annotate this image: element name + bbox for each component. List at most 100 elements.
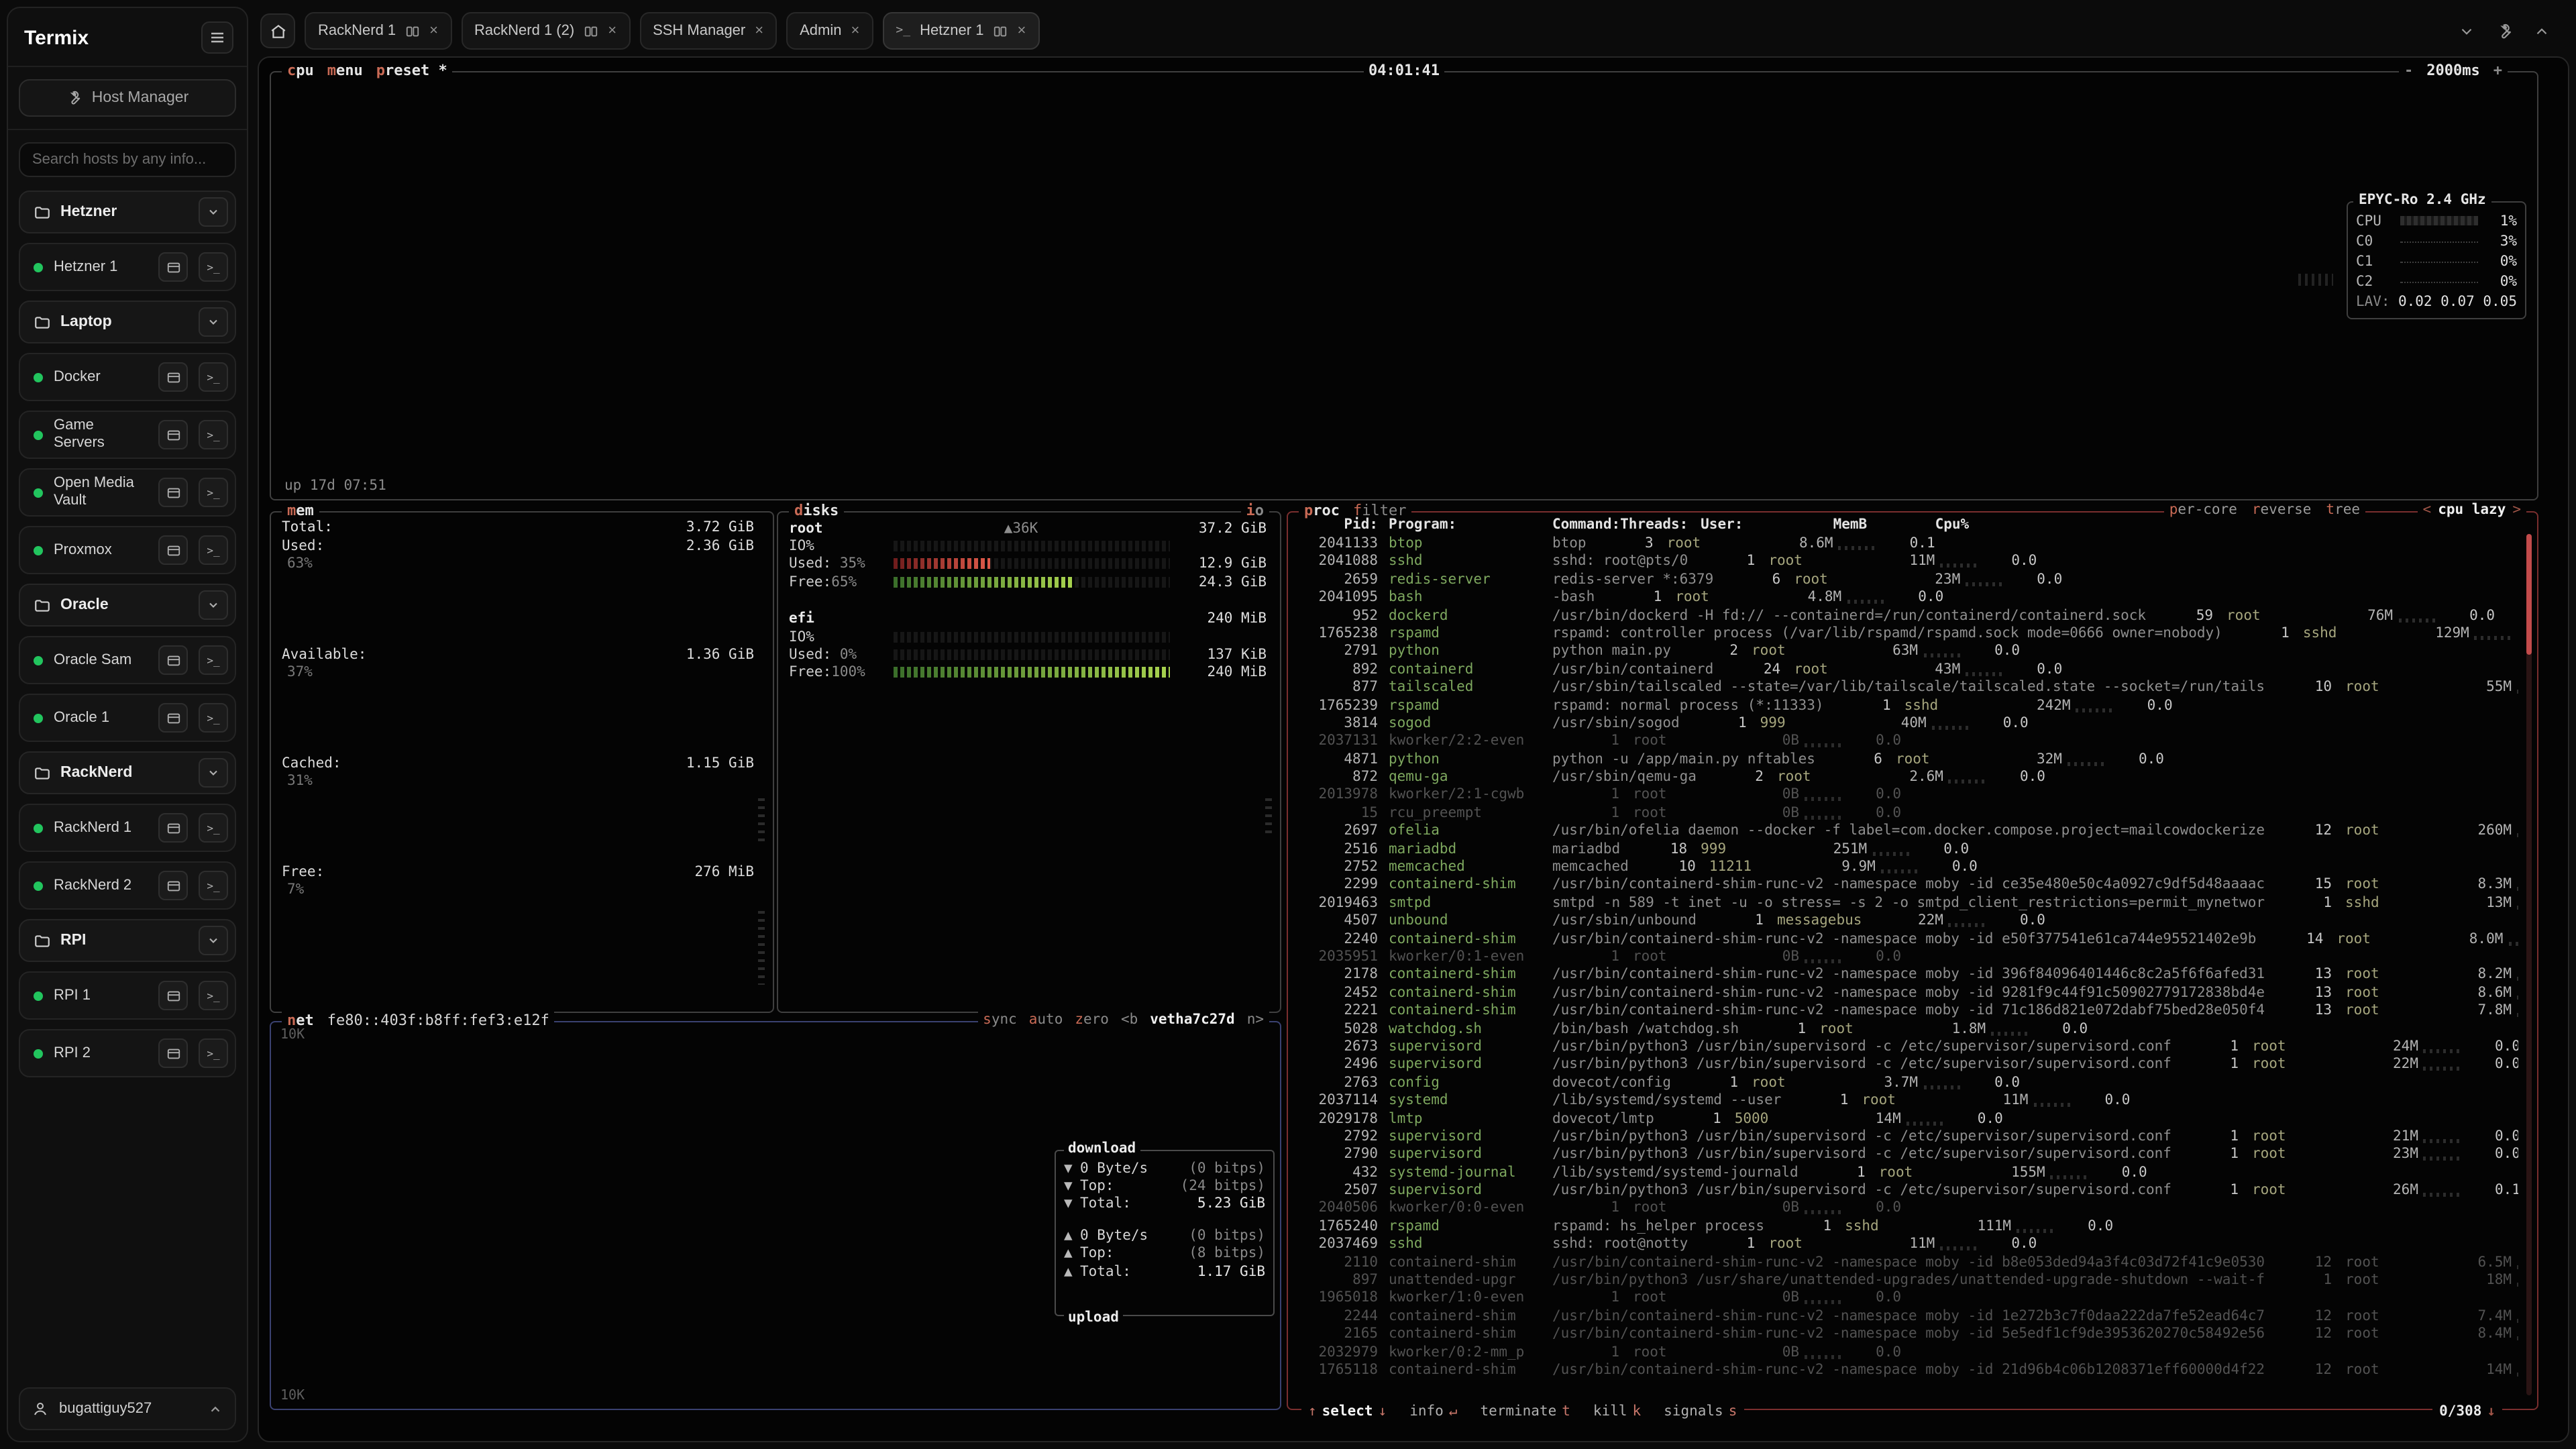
terminal-icon[interactable]: >_ bbox=[199, 420, 228, 449]
group-header-laptop[interactable]: Laptop bbox=[19, 301, 236, 343]
host-item[interactable]: Oracle Sam >_ bbox=[19, 636, 236, 684]
net-toggle[interactable]: auto bbox=[1029, 1012, 1063, 1028]
process-row[interactable]: 4871 python python -u /app/main.py nftab… bbox=[1295, 751, 2518, 769]
close-icon[interactable]: × bbox=[755, 23, 763, 39]
process-row[interactable]: 1765240 rspamd rspamd: hs_helper process… bbox=[1295, 1218, 2518, 1236]
scroll-down-icon[interactable]: ↓ bbox=[2487, 1403, 2496, 1419]
server-icon[interactable] bbox=[158, 645, 188, 675]
chevron-up-icon[interactable] bbox=[2533, 22, 2551, 40]
process-row[interactable]: 2659 redis-server redis-server *:6379 6 … bbox=[1295, 572, 2518, 590]
server-icon[interactable] bbox=[158, 981, 188, 1010]
host-item[interactable]: Proxmox >_ bbox=[19, 526, 236, 574]
process-row[interactable]: 432 systemd-journal /lib/systemd/systemd… bbox=[1295, 1164, 2518, 1182]
server-icon[interactable] bbox=[158, 535, 188, 565]
host-item[interactable]: RackNerd 2 >_ bbox=[19, 861, 236, 910]
tab[interactable]: >_ RackNerd 1 (2) × bbox=[461, 12, 630, 50]
process-row[interactable]: 2790 supervisord /usr/bin/python3 /usr/b… bbox=[1295, 1146, 2518, 1165]
process-row[interactable]: 2516 mariadbd mariadbd 18 999 251M 0.0 bbox=[1295, 841, 2518, 859]
tab[interactable]: >_ Admin × bbox=[786, 12, 873, 50]
process-row[interactable]: 3814 sogod /usr/sbin/sogod 1 999 40M 0.0 bbox=[1295, 715, 2518, 733]
process-row[interactable]: 2791 python python main.py 2 root 63M 0.… bbox=[1295, 643, 2518, 661]
process-row[interactable]: 15 rcu_preempt 1 root 0B 0.0 bbox=[1295, 805, 2518, 823]
search-input[interactable] bbox=[19, 142, 236, 177]
proc-footer-action[interactable]: signals s bbox=[1658, 1403, 1737, 1419]
terminal-icon[interactable]: >_ bbox=[199, 252, 228, 282]
server-icon[interactable] bbox=[158, 478, 188, 507]
iface-prev-button[interactable]: <b bbox=[1121, 1012, 1138, 1028]
terminal-icon[interactable]: >_ bbox=[199, 871, 228, 900]
process-row[interactable]: 2019463 smtpd smtpd -n 589 -t inet -u -o… bbox=[1295, 895, 2518, 913]
process-row[interactable]: 2037131 kworker/2:2-even 1 root 0B 0.0 bbox=[1295, 733, 2518, 751]
host-item[interactable]: Open Media Vault >_ bbox=[19, 468, 236, 517]
wrench-icon[interactable] bbox=[2496, 22, 2513, 40]
process-row[interactable]: 2165 containerd-shim /usr/bin/containerd… bbox=[1295, 1326, 2518, 1344]
process-row[interactable]: 2041095 bash -bash 1 root 4.8M 0.0 bbox=[1295, 589, 2518, 607]
process-row[interactable]: 2037469 sshd sshd: root@notty 1 root 11M… bbox=[1295, 1236, 2518, 1254]
chevron-down-icon[interactable] bbox=[199, 926, 228, 955]
process-row[interactable]: 2029178 lmtp dovecot/lmtp 1 5000 14M 0.0 bbox=[1295, 1110, 2518, 1128]
tab[interactable]: >_ Hetzner 1 × bbox=[882, 12, 1039, 50]
process-row[interactable]: 2041088 sshd sshd: root@pts/0 1 root 11M… bbox=[1295, 553, 2518, 572]
chevron-down-icon[interactable] bbox=[199, 197, 228, 227]
group-header-hetzner[interactable]: Hetzner bbox=[19, 191, 236, 233]
server-icon[interactable] bbox=[158, 813, 188, 843]
split-view-icon[interactable] bbox=[405, 23, 420, 38]
process-row[interactable]: 952 dockerd /usr/bin/dockerd -H fd:// --… bbox=[1295, 607, 2518, 625]
process-row[interactable]: 2110 containerd-shim /usr/bin/containerd… bbox=[1295, 1254, 2518, 1272]
group-header-oracle[interactable]: Oracle bbox=[19, 584, 236, 627]
process-row[interactable]: 5028 watchdog.sh /bin/bash /watchdog.sh … bbox=[1295, 1020, 2518, 1038]
group-header-rpi[interactable]: RPI bbox=[19, 919, 236, 962]
process-row[interactable]: 2221 containerd-shim /usr/bin/containerd… bbox=[1295, 1002, 2518, 1020]
terminal-icon[interactable]: >_ bbox=[199, 1038, 228, 1068]
server-icon[interactable] bbox=[158, 703, 188, 733]
menu-button[interactable]: menu bbox=[327, 62, 363, 79]
chevron-down-icon[interactable] bbox=[199, 307, 228, 337]
process-row[interactable]: 2035951 kworker/0:1-even 1 root 0B 0.0 bbox=[1295, 949, 2518, 967]
split-view-icon[interactable] bbox=[993, 23, 1008, 38]
process-row[interactable]: 2763 config dovecot/config 1 root 3.7M 0… bbox=[1295, 1074, 2518, 1092]
terminal-icon[interactable]: >_ bbox=[199, 981, 228, 1010]
host-item[interactable]: Game Servers >_ bbox=[19, 411, 236, 459]
host-manager-button[interactable]: Host Manager bbox=[19, 79, 236, 117]
close-icon[interactable]: × bbox=[429, 23, 438, 39]
interval-plus-button[interactable]: + bbox=[2493, 62, 2502, 79]
process-row[interactable]: 892 containerd /usr/bin/containerd 24 ro… bbox=[1295, 661, 2518, 679]
net-toggle[interactable]: sync bbox=[983, 1012, 1017, 1028]
proc-footer-action[interactable]: terminate t bbox=[1474, 1403, 1570, 1419]
server-icon[interactable] bbox=[158, 252, 188, 282]
host-item[interactable]: RPI 1 >_ bbox=[19, 971, 236, 1020]
process-row[interactable]: 877 tailscaled /usr/sbin/tailscaled --st… bbox=[1295, 679, 2518, 697]
process-row[interactable]: 2452 containerd-shim /usr/bin/containerd… bbox=[1295, 985, 2518, 1003]
process-row[interactable]: 2178 containerd-shim /usr/bin/containerd… bbox=[1295, 967, 2518, 985]
process-row[interactable]: 1765238 rspamd rspamd: controller proces… bbox=[1295, 625, 2518, 643]
process-row[interactable]: 2792 supervisord /usr/bin/python3 /usr/b… bbox=[1295, 1128, 2518, 1146]
host-item[interactable]: RPI 2 >_ bbox=[19, 1029, 236, 1077]
proc-option-toggle[interactable]: per-core bbox=[2169, 502, 2237, 518]
process-row[interactable]: 2299 containerd-shim /usr/bin/containerd… bbox=[1295, 877, 2518, 895]
iface-next-button[interactable]: n> bbox=[1247, 1012, 1264, 1028]
process-row[interactable]: 2697 ofelia /usr/bin/ofelia daemon --doc… bbox=[1295, 823, 2518, 841]
sort-next-button[interactable]: > bbox=[2512, 502, 2521, 518]
process-row[interactable]: 2752 memcached memcached 10 11211 9.9M 0… bbox=[1295, 859, 2518, 877]
process-row[interactable]: 1765118 containerd-shim /usr/bin/contain… bbox=[1295, 1362, 2518, 1380]
chevron-down-icon[interactable] bbox=[199, 590, 228, 620]
process-row[interactable]: 872 qemu-ga /usr/sbin/qemu-ga 2 root 2.6… bbox=[1295, 769, 2518, 787]
process-row[interactable]: 2496 supervisord /usr/bin/python3 /usr/b… bbox=[1295, 1057, 2518, 1075]
process-row[interactable]: 2244 containerd-shim /usr/bin/containerd… bbox=[1295, 1308, 2518, 1326]
chevron-down-icon[interactable] bbox=[2458, 22, 2475, 40]
server-icon[interactable] bbox=[158, 362, 188, 392]
close-icon[interactable]: × bbox=[608, 23, 616, 39]
server-icon[interactable] bbox=[158, 871, 188, 900]
user-menu[interactable]: bugattiguy527 bbox=[19, 1387, 236, 1430]
process-row[interactable]: 897 unattended-upgr /usr/bin/python3 /us… bbox=[1295, 1272, 2518, 1290]
group-header-racknerd[interactable]: RackNerd bbox=[19, 751, 236, 794]
preset-button[interactable]: preset * bbox=[376, 62, 447, 79]
chevron-down-icon[interactable] bbox=[199, 758, 228, 788]
net-toggle[interactable]: zero bbox=[1075, 1012, 1109, 1028]
host-item[interactable]: Oracle 1 >_ bbox=[19, 694, 236, 742]
tab[interactable]: >_ RackNerd 1 × bbox=[305, 12, 451, 50]
terminal-icon[interactable]: >_ bbox=[199, 645, 228, 675]
home-button[interactable] bbox=[260, 13, 295, 48]
process-row[interactable]: 2040506 kworker/0:0-even 1 root 0B 0.0 bbox=[1295, 1200, 2518, 1218]
terminal-icon[interactable]: >_ bbox=[199, 535, 228, 565]
